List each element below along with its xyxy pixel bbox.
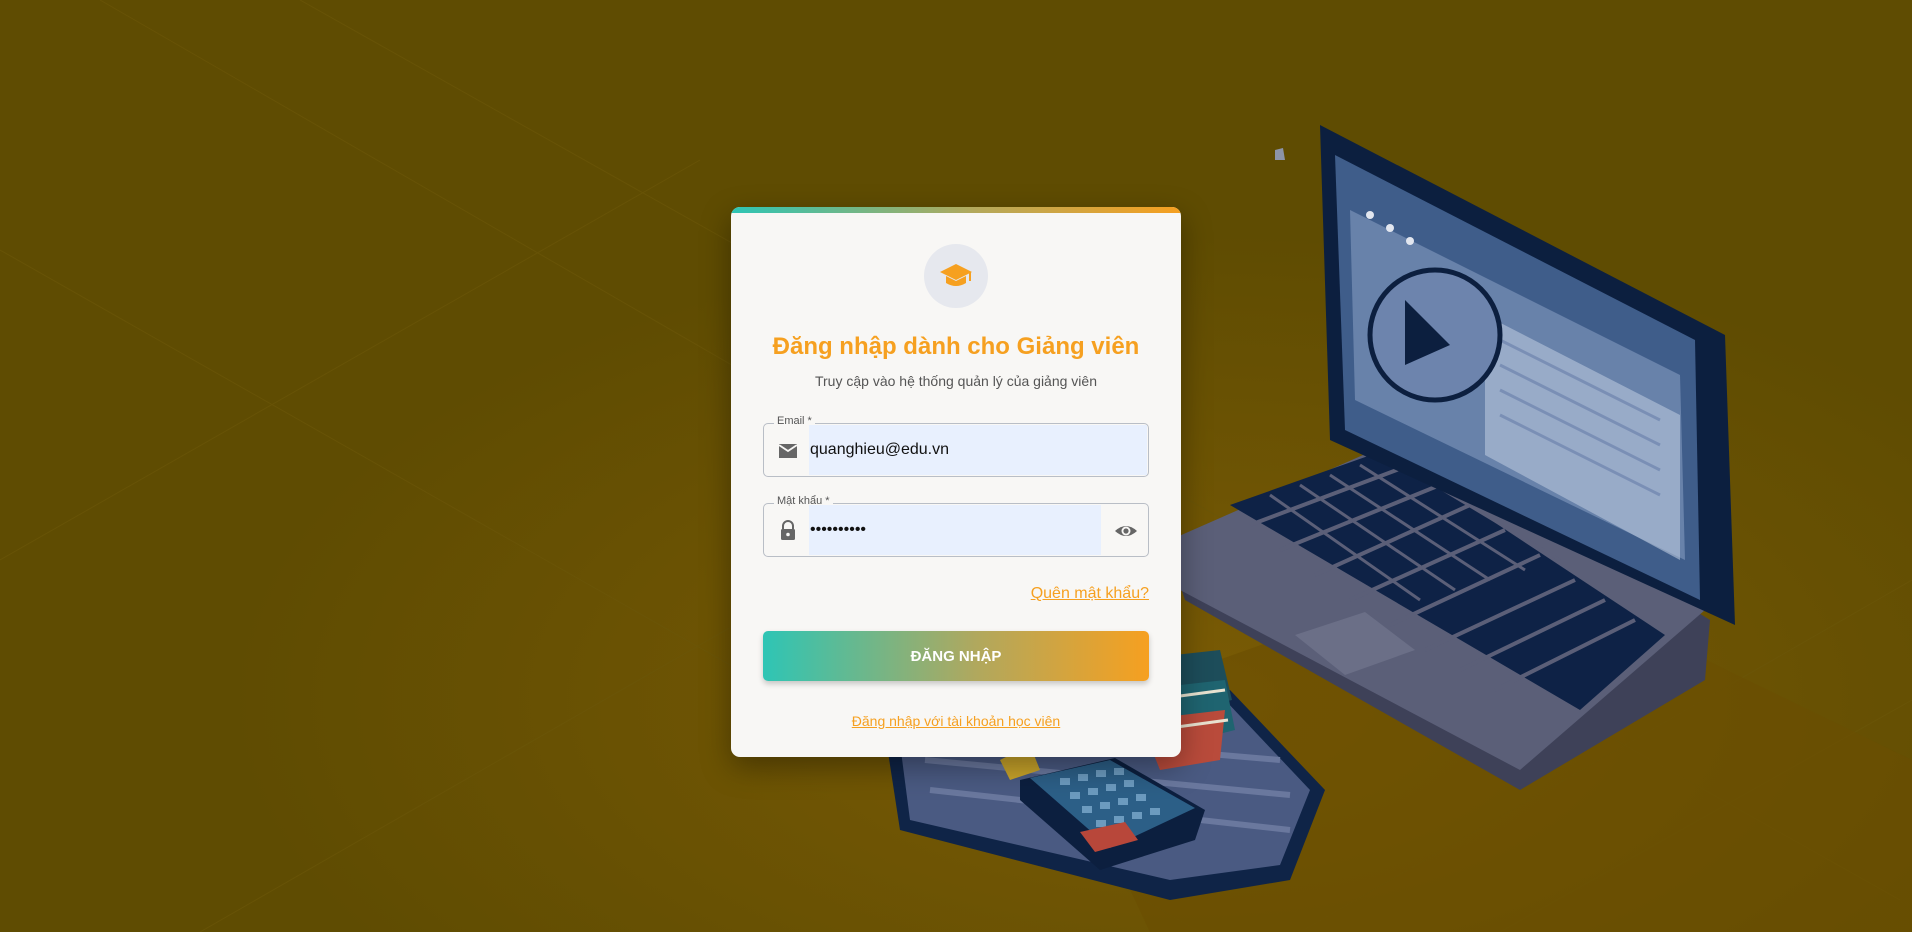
page-subtitle: Truy cập vào hệ thống quản lý của giảng …: [814, 373, 1097, 389]
student-login-link[interactable]: Đăng nhập với tài khoản học viên: [731, 713, 1181, 729]
card-accent-bar: [731, 207, 1181, 213]
login-card: Đăng nhập dành cho Giảng viên Truy cập v…: [731, 207, 1181, 757]
email-field[interactable]: Email * quanghieu@edu.vn: [763, 415, 1149, 477]
email-input[interactable]: quanghieu@edu.vn: [809, 424, 949, 476]
forgot-password-link[interactable]: Quên mật khẩu?: [1031, 585, 1149, 603]
eye-icon[interactable]: [1114, 519, 1138, 543]
password-field[interactable]: Mật khẩu * ••••••••••: [763, 495, 1149, 557]
login-button[interactable]: ĐĂNG NHẬP: [763, 631, 1149, 681]
logo-badge: [924, 244, 988, 308]
graduation-cap-icon: [940, 264, 972, 286]
page-title: Đăng nhập dành cho Giảng viên: [772, 333, 1140, 360]
password-input[interactable]: ••••••••••: [809, 504, 866, 556]
lock-icon: [781, 520, 795, 540]
email-icon: [778, 444, 798, 458]
